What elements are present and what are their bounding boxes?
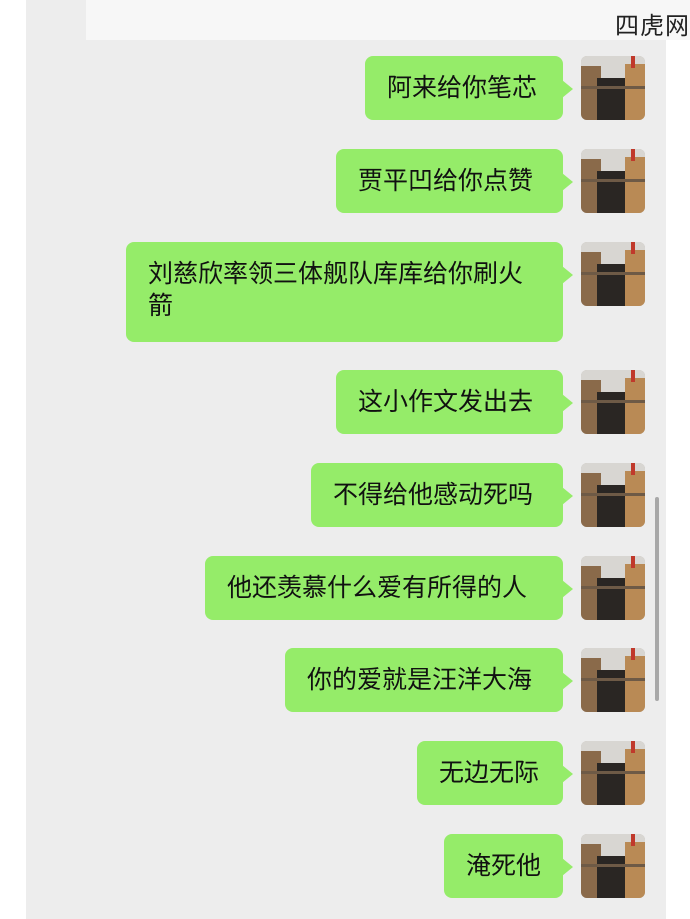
message-row: 这小作文发出去 bbox=[336, 370, 645, 434]
avatar[interactable] bbox=[581, 741, 645, 805]
avatar[interactable] bbox=[581, 834, 645, 898]
message-bubble[interactable]: 阿来给你笔芯 bbox=[365, 56, 573, 120]
message-bubble[interactable]: 淹死他 bbox=[444, 834, 573, 898]
message-row: 贾平凹给你点赞 bbox=[336, 149, 645, 213]
avatar[interactable] bbox=[581, 556, 645, 620]
scrollbar[interactable] bbox=[655, 497, 659, 701]
message-row: 不得给他感动死吗 bbox=[311, 463, 645, 527]
avatar[interactable] bbox=[581, 370, 645, 434]
avatar[interactable] bbox=[581, 463, 645, 527]
message-bubble[interactable]: 他还羡慕什么爱有所得的人 bbox=[205, 556, 573, 620]
top-overlay-strip bbox=[86, 0, 690, 40]
message-row: 你的爱就是汪洋大海 bbox=[285, 648, 645, 712]
message-row: 无边无际 bbox=[417, 741, 645, 805]
message-row: 他还羡慕什么爱有所得的人 bbox=[205, 556, 645, 620]
message-row: 阿来给你笔芯 bbox=[365, 56, 645, 120]
message-bubble[interactable]: 贾平凹给你点赞 bbox=[336, 149, 573, 213]
avatar[interactable] bbox=[581, 648, 645, 712]
watermark: 四虎网 bbox=[615, 12, 690, 40]
message-bubble[interactable]: 刘慈欣率领三体舰队库库给你刷火箭 bbox=[126, 242, 573, 342]
message-bubble[interactable]: 不得给他感动死吗 bbox=[311, 463, 573, 527]
avatar[interactable] bbox=[581, 149, 645, 213]
message-row: 刘慈欣率领三体舰队库库给你刷火箭 bbox=[126, 242, 645, 342]
message-bubble[interactable]: 这小作文发出去 bbox=[336, 370, 573, 434]
avatar[interactable] bbox=[581, 56, 645, 120]
message-bubble[interactable]: 你的爱就是汪洋大海 bbox=[285, 648, 573, 712]
message-bubble[interactable]: 无边无际 bbox=[417, 741, 573, 805]
avatar[interactable] bbox=[581, 242, 645, 306]
message-row: 淹死他 bbox=[444, 834, 645, 898]
